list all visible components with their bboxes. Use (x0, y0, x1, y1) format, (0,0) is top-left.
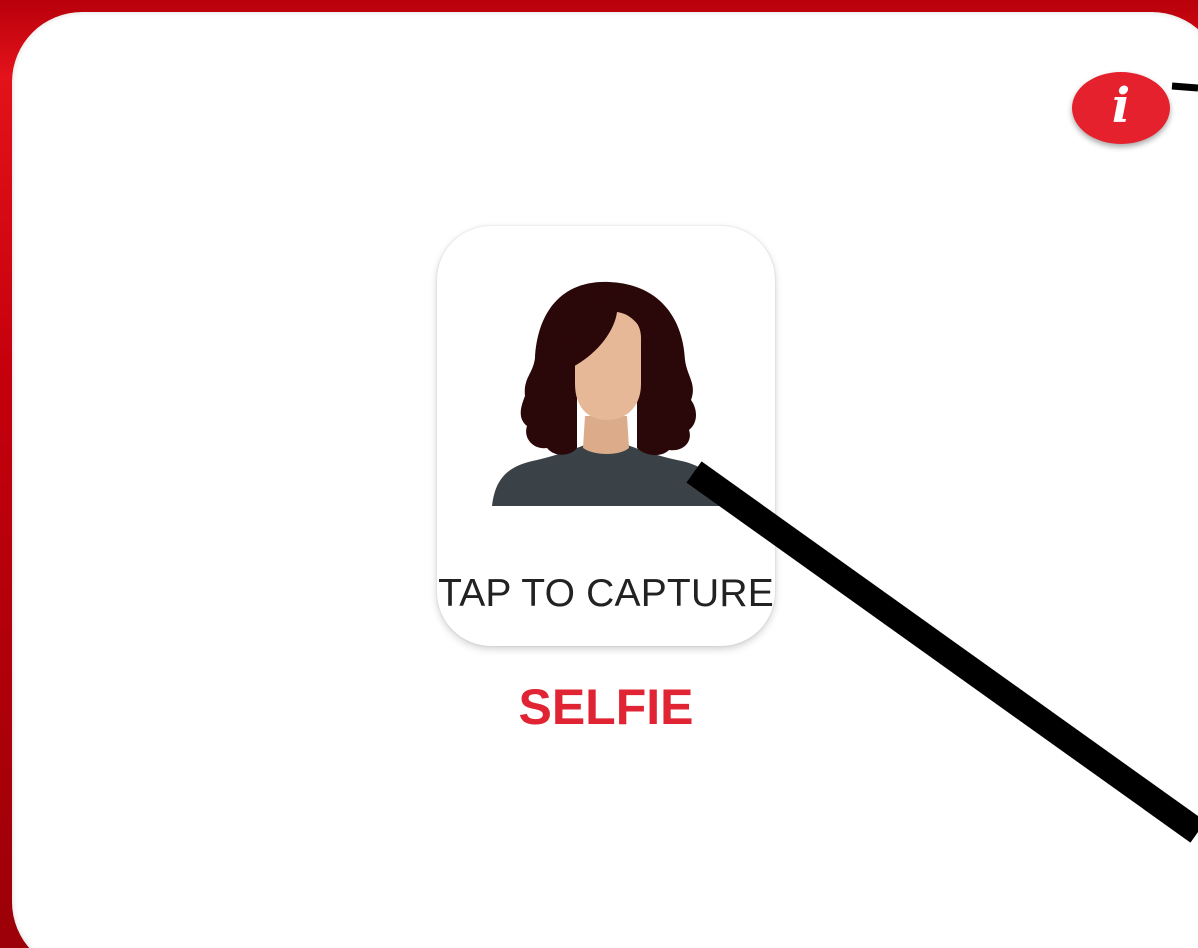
selfie-capture-button[interactable]: TAP TO CAPTURE (437, 226, 775, 646)
woman-avatar-icon (492, 281, 723, 506)
info-icon: i (1111, 78, 1131, 134)
tap-to-capture-label: TAP TO CAPTURE (438, 572, 774, 615)
info-button[interactable]: i (1072, 72, 1170, 144)
selfie-title: SELFIE (518, 679, 694, 735)
